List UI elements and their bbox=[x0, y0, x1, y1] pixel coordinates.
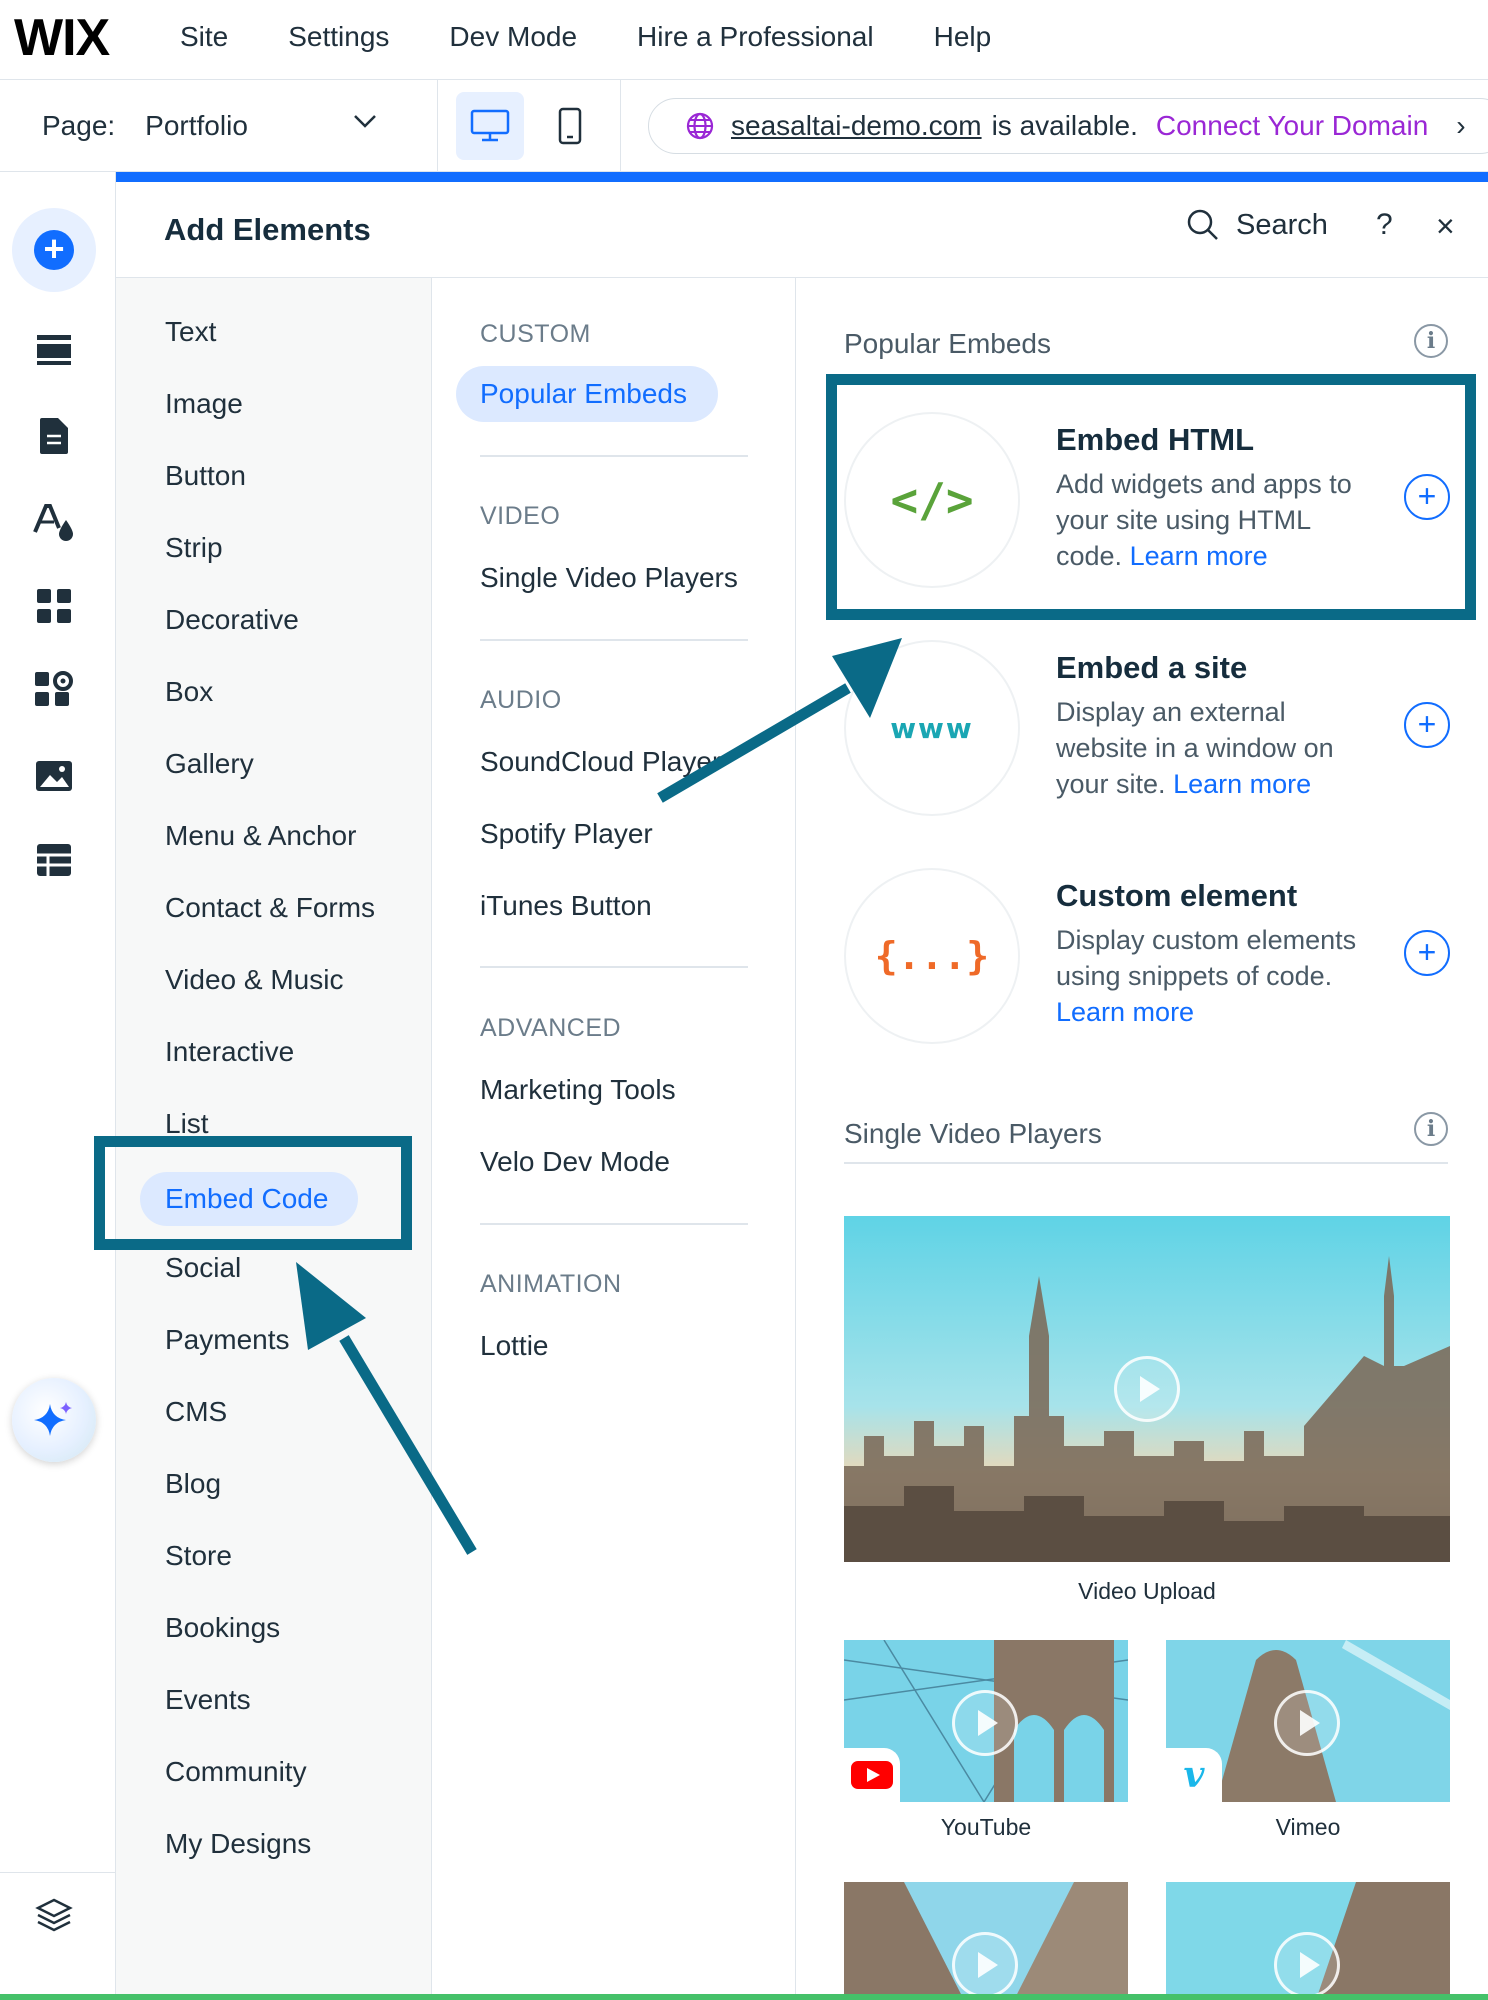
bottom-status-strip bbox=[0, 1994, 1488, 2000]
arrow-to-embed-html bbox=[657, 638, 902, 803]
arrow-to-embed-code bbox=[296, 1262, 477, 1555]
annotation-arrows bbox=[296, 638, 902, 1555]
